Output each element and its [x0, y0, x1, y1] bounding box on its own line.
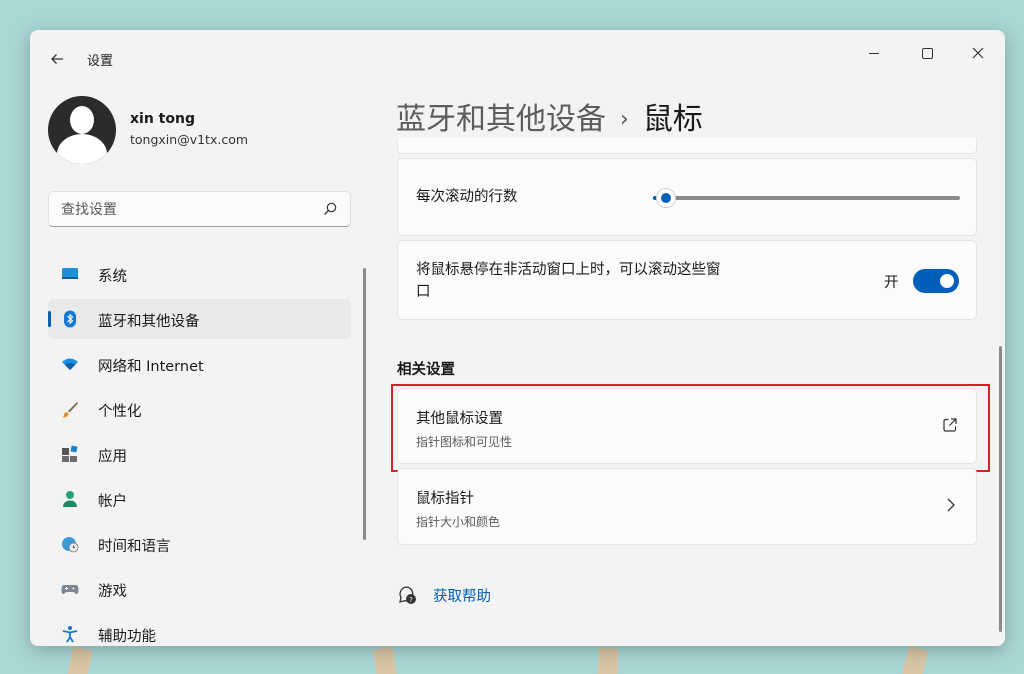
sidebar-item-label: 辅助功能 — [98, 629, 156, 645]
help-icon: ? — [399, 586, 416, 604]
title-bar: 设置 — [30, 30, 1005, 86]
minimize-icon — [869, 52, 879, 54]
minimize-button[interactable] — [851, 38, 897, 68]
scroll-lines-slider[interactable] — [653, 188, 960, 208]
account-icon — [63, 491, 77, 507]
setting-label-line2: 口 — [416, 284, 431, 300]
sidebar-item-system[interactable]: 系统 — [48, 254, 351, 294]
search-icon[interactable] — [322, 201, 338, 217]
sidebar-item-time-language[interactable]: 时间和语言 — [48, 524, 351, 564]
gamepad-icon — [61, 585, 79, 594]
breadcrumb: 蓝牙和其他设备 › 鼠标 — [396, 94, 703, 138]
chevron-right-icon — [947, 498, 955, 512]
sidebar-item-bluetooth[interactable]: 蓝牙和其他设备 — [48, 299, 351, 339]
main-scrollbar[interactable] — [999, 346, 1002, 632]
apps-icon — [62, 445, 78, 462]
sidebar-nav: 系统 蓝牙和其他设备 网络和 Internet 个性化 应用 帐户 时间和语言 … — [48, 254, 351, 646]
get-help-label[interactable]: 获取帮助 — [433, 585, 491, 606]
accessibility-icon — [62, 626, 78, 643]
globe-clock-icon — [62, 537, 79, 553]
breadcrumb-parent[interactable]: 蓝牙和其他设备 — [396, 102, 606, 137]
sidebar-item-apps[interactable]: 应用 — [48, 434, 351, 474]
sidebar-item-personalization[interactable]: 个性化 — [48, 389, 351, 429]
sidebar-scrollbar[interactable] — [363, 268, 366, 540]
highlight-box — [391, 384, 990, 472]
wifi-icon — [62, 358, 78, 370]
section-title: 相关设置 — [397, 362, 455, 378]
arrow-left-icon — [51, 54, 63, 64]
sidebar-item-label: 游戏 — [98, 584, 127, 600]
slider-thumb[interactable] — [656, 188, 676, 208]
system-icon — [62, 268, 78, 279]
desktop-decoration — [901, 646, 929, 674]
search-input[interactable] — [61, 199, 311, 221]
search-box[interactable] — [48, 191, 351, 227]
user-email: tongxin@v1tx.com — [130, 132, 249, 147]
sidebar-item-label: 个性化 — [98, 404, 142, 420]
page-title: 鼠标 — [642, 102, 703, 137]
desktop-decoration — [596, 647, 620, 674]
sidebar-item-label: 时间和语言 — [98, 539, 171, 555]
scroll-lines-card: 每次滚动的行数 — [397, 158, 977, 236]
back-button[interactable] — [44, 48, 70, 70]
item-subtitle: 指针大小和颜色 — [416, 515, 501, 529]
item-title: 鼠标指针 — [416, 491, 474, 507]
mouse-pointer-item[interactable]: 鼠标指针 指针大小和颜色 — [397, 468, 977, 545]
scroll-inactive-card: 将鼠标悬停在非活动窗口上时，可以滚动这些窗 口 开 — [397, 240, 977, 320]
maximize-icon — [921, 47, 933, 59]
sidebar-item-gaming[interactable]: 游戏 — [48, 569, 351, 609]
breadcrumb-separator: › — [620, 107, 629, 132]
window-title: 设置 — [87, 54, 114, 69]
brush-icon — [62, 402, 78, 418]
sidebar-item-accounts[interactable]: 帐户 — [48, 479, 351, 519]
sidebar-item-label: 帐户 — [98, 494, 127, 510]
maximize-button[interactable] — [904, 38, 950, 68]
toggle-state-label: 开 — [884, 275, 899, 291]
user-name: xin tong — [130, 111, 195, 127]
setting-label-line1: 将鼠标悬停在非活动窗口上时，可以滚动这些窗 — [416, 262, 721, 278]
avatar-head — [70, 106, 94, 134]
bluetooth-icon — [64, 310, 76, 328]
desktop-decoration — [67, 646, 93, 674]
settings-window: 设置 xin tong tongxin@v1tx.com 系统 — [30, 30, 1005, 646]
sidebar-item-label: 蓝牙和其他设备 — [98, 314, 200, 330]
settings-card-partial — [397, 138, 977, 154]
active-indicator — [48, 311, 51, 327]
sidebar-item-label: 网络和 Internet — [98, 359, 204, 375]
avatar[interactable] — [48, 96, 116, 164]
setting-label: 每次滚动的行数 — [416, 189, 518, 205]
sidebar-item-network[interactable]: 网络和 Internet — [48, 344, 351, 384]
sidebar-item-label: 应用 — [98, 449, 127, 465]
close-icon — [972, 47, 984, 59]
sidebar-item-label: 系统 — [98, 269, 127, 285]
avatar-body — [57, 134, 107, 164]
svg-text:?: ? — [409, 596, 413, 604]
scroll-inactive-toggle[interactable] — [913, 269, 959, 293]
desktop-decoration — [373, 646, 397, 674]
close-button[interactable] — [955, 38, 1001, 68]
sidebar-item-accessibility[interactable]: 辅助功能 — [48, 614, 351, 646]
